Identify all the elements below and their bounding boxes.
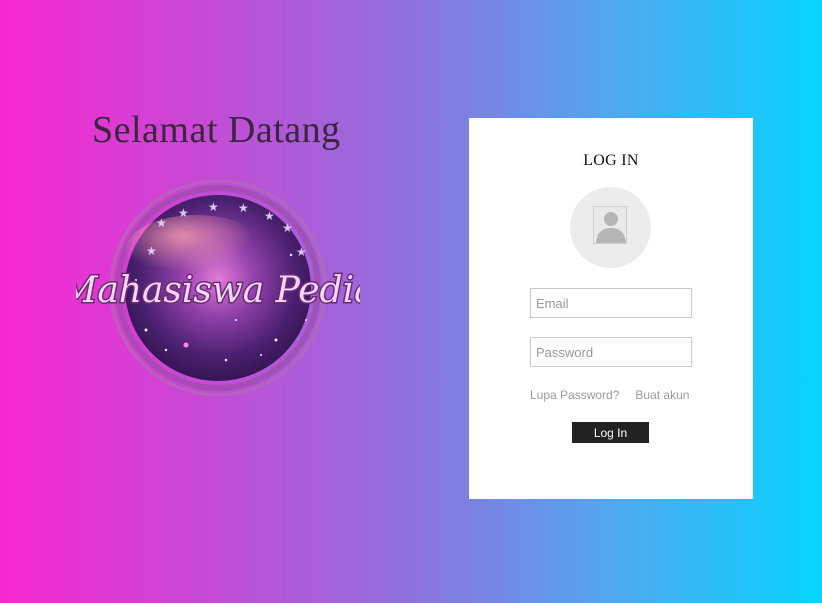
login-button[interactable]: Log In	[572, 422, 649, 443]
svg-text:★: ★	[282, 221, 293, 235]
user-placeholder-icon	[570, 187, 651, 268]
svg-text:★: ★	[178, 206, 189, 220]
svg-text:★: ★	[156, 216, 167, 230]
email-field[interactable]	[530, 288, 692, 318]
login-page: Selamat Datang ★ ★ ★ ★ ★ ★ ★ ★ Mahasiswa…	[0, 0, 822, 603]
password-field[interactable]	[530, 337, 692, 367]
welcome-heading: Selamat Datang	[92, 109, 341, 151]
login-card: LOG IN Lupa Password? Buat akun Log In	[469, 118, 753, 499]
svg-text:★: ★	[264, 209, 275, 223]
login-title: LOG IN	[583, 152, 639, 169]
forgot-password-link[interactable]: Lupa Password?	[530, 388, 619, 402]
svg-text:★: ★	[146, 244, 157, 258]
logo-text: Mahasiswa Pedia	[76, 270, 360, 311]
account-links: Lupa Password? Buat akun	[530, 388, 700, 402]
svg-text:★: ★	[296, 245, 307, 259]
svg-text:★: ★	[238, 201, 249, 215]
person-icon	[596, 212, 626, 243]
logo-graphic: ★★ ★ ★★★ ★ ★ Mahasiswa Pedia	[76, 180, 360, 396]
mahasiswa-pedia-logo: ★ ★ ★ ★ ★ ★ ★ ★ Mahasiswa Pedia	[76, 180, 360, 396]
create-account-link[interactable]: Buat akun	[635, 388, 689, 402]
svg-text:★: ★	[208, 200, 219, 214]
avatar-frame	[593, 206, 627, 244]
